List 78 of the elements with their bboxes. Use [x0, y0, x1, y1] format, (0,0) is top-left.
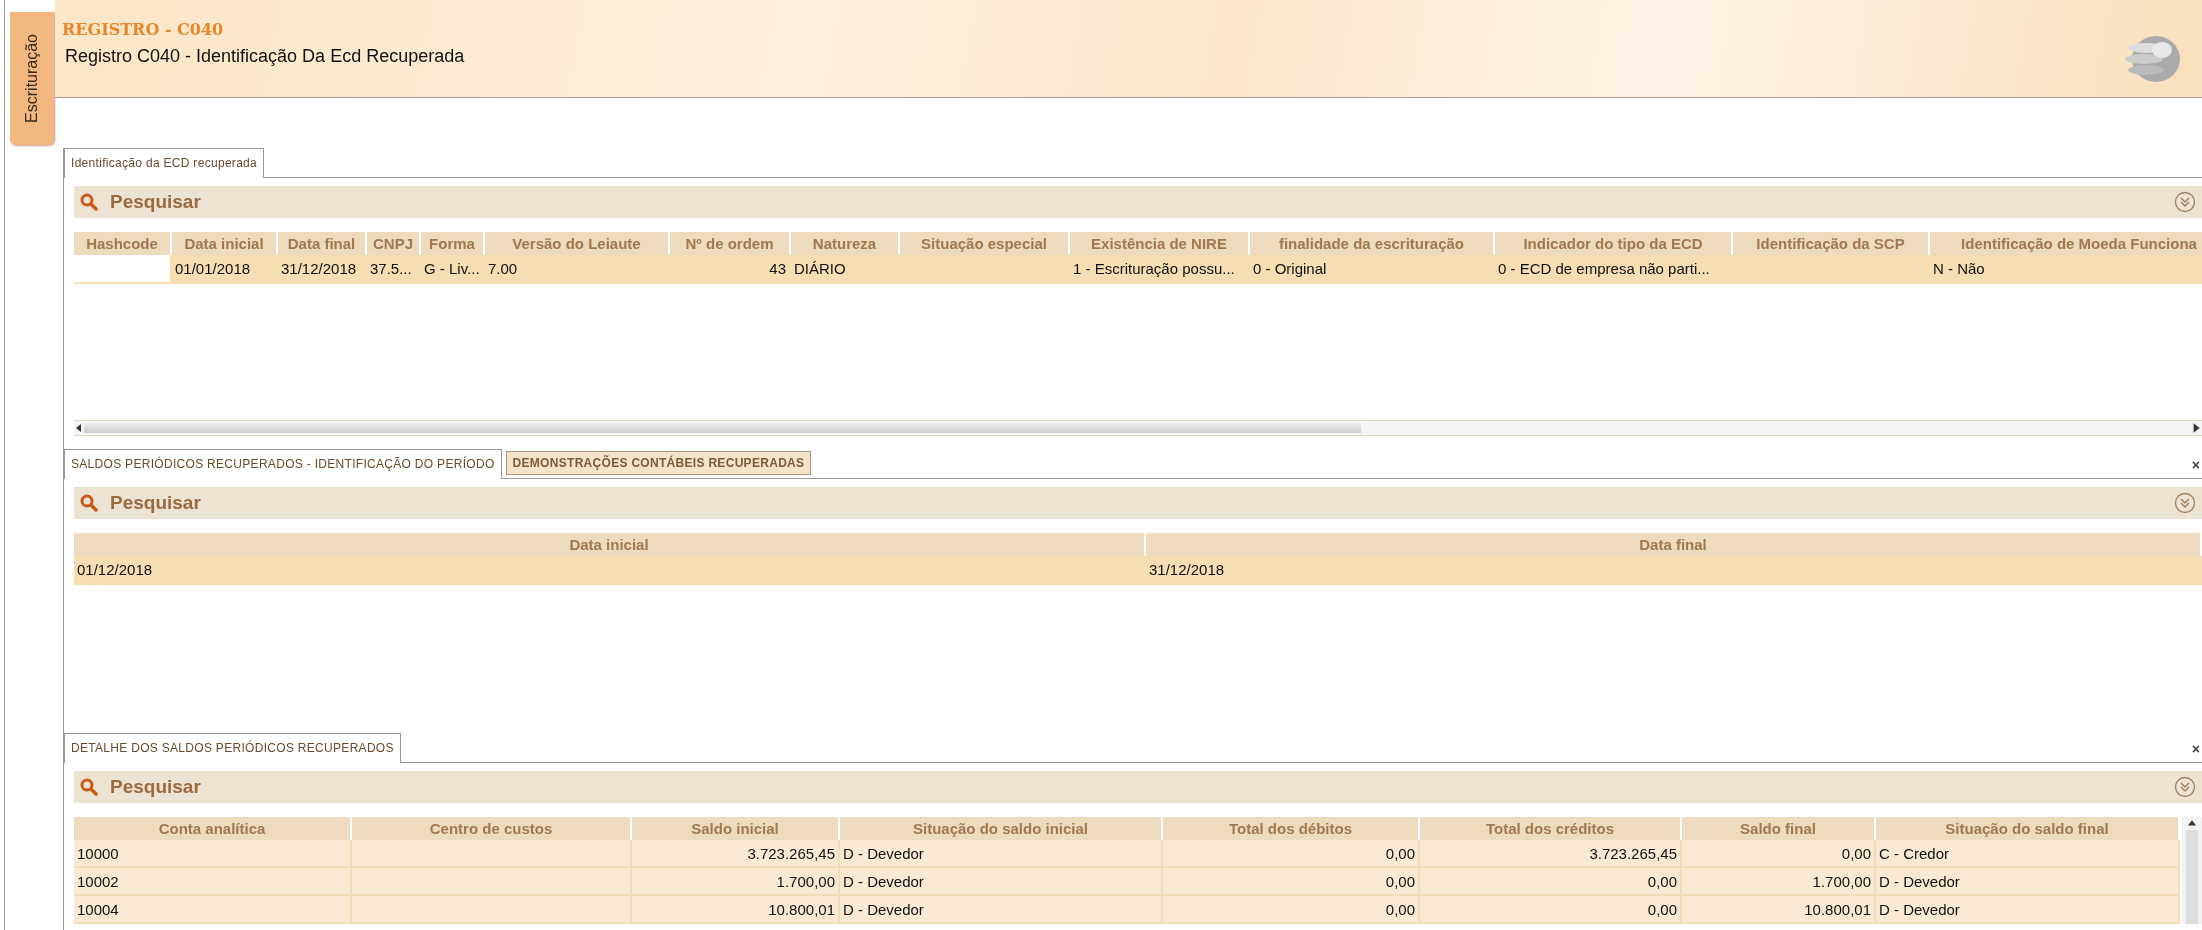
search-bar[interactable]: Pesquisar [74, 186, 2202, 218]
search-bar[interactable]: Pesquisar [74, 771, 2202, 803]
column-header[interactable]: Identificação de Moeda Funciona [1929, 232, 2202, 255]
table-cell: 01/01/2018 [171, 255, 277, 283]
table-cell: D - Devedor [1875, 895, 2179, 923]
collapse-icon[interactable] [2174, 191, 2196, 213]
table-cell: 3.723.265,45 [631, 840, 839, 867]
column-header[interactable]: CNPJ [366, 232, 420, 255]
scroll-left-icon[interactable] [74, 423, 84, 433]
column-header[interactable]: Identificação da SCP [1732, 232, 1929, 255]
close-button[interactable]: × [2191, 741, 2200, 757]
table-cell: 3.723.265,45 [1419, 840, 1681, 867]
table-cell: DIÁRIO [790, 255, 899, 283]
table-cell: 0,00 [1162, 867, 1419, 895]
column-header[interactable]: Indicador do tipo da ECD [1494, 232, 1732, 255]
table-cell: C - Credor [1875, 840, 2179, 867]
close-button[interactable]: × [2191, 457, 2200, 473]
table-cell: 0,00 [1419, 867, 1681, 895]
table-cell: 01/12/2018 [74, 556, 1145, 584]
collapse-icon[interactable] [2174, 776, 2196, 798]
table-cell: 10002 [74, 867, 351, 895]
column-header[interactable]: Situação do saldo inicial [839, 817, 1162, 840]
column-header[interactable]: finalidade da escrituração [1249, 232, 1494, 255]
table-cell: 43 [669, 255, 790, 283]
column-header[interactable]: Total dos créditos [1419, 817, 1681, 840]
table-cell: G - Liv... [420, 255, 484, 283]
table-cell: 37.5... [366, 255, 420, 283]
table-cell: 1 - Escrituração possu... [1069, 255, 1249, 283]
search-bar[interactable]: Pesquisar [74, 487, 2202, 519]
search-icon [80, 193, 98, 211]
table-cell: 31/12/2018 [1145, 556, 2201, 584]
collapse-icon[interactable] [2174, 492, 2196, 514]
table-cell: 10004 [74, 895, 351, 923]
column-header[interactable]: Natureza [790, 232, 899, 255]
table-cell: N - Não [1929, 255, 2202, 283]
column-header[interactable]: Saldo inicial [631, 817, 839, 840]
table-cell: 0,00 [1681, 840, 1875, 867]
table-cell: D - Devedor [839, 895, 1162, 923]
column-header[interactable]: Situação do saldo final [1875, 817, 2179, 840]
table-cell: 1.700,00 [631, 867, 839, 895]
table-cell: D - Devedor [839, 840, 1162, 867]
column-header[interactable]: Centro de custos [351, 817, 631, 840]
table-cell: 7.00 [484, 255, 669, 283]
column-header[interactable]: Situação especial [899, 232, 1069, 255]
tab[interactable]: DEMONSTRAÇÕES CONTÁBEIS RECUPERADAS [505, 451, 812, 475]
table-cell: D - Devedor [1875, 867, 2179, 895]
tab[interactable]: SALDOS PERIÓDICOS RECUPERADOS - IDENTIFICAÇÃO DO PERÍODO [64, 449, 502, 479]
tab[interactable]: Identificação da ECD recuperada [64, 148, 265, 178]
table-cell: 10000 [74, 840, 351, 867]
table-cell: D - Devedor [839, 867, 1162, 895]
table-cell: 0,00 [1419, 895, 1681, 923]
column-header[interactable]: Forma [420, 232, 484, 255]
column-header[interactable]: Nº de ordem [669, 232, 790, 255]
column-header[interactable]: Data inicial [171, 232, 277, 255]
table-cell: 0 - Original [1249, 255, 1494, 283]
table-cell: 31/12/2018 [277, 255, 366, 283]
search-icon [80, 494, 98, 512]
column-header[interactable]: Saldo final [1681, 817, 1875, 840]
table-cell: 0,00 [1162, 895, 1419, 923]
table-cell: 10.800,01 [1681, 895, 1875, 923]
column-header[interactable]: Existência de NIRE [1069, 232, 1249, 255]
column-header[interactable]: Versão do Leiaute [484, 232, 669, 255]
column-header[interactable]: Conta analítica [74, 817, 351, 840]
column-header[interactable]: Data final [1145, 533, 2201, 556]
horizontal-scrollbar[interactable] [74, 420, 2202, 436]
column-header[interactable]: Hashcode [74, 232, 171, 255]
table-cell: 0 - ECD de empresa não parti... [1494, 255, 1732, 283]
page-title: REGISTRO - C040 [62, 20, 224, 39]
side-tab[interactable]: Escrituração [10, 12, 54, 145]
table-cell: 10.800,01 [631, 895, 839, 923]
page-subtitle: Registro C040 - Identificação Da Ecd Recuperada [65, 46, 465, 67]
search-icon [80, 778, 98, 796]
column-header[interactable]: Data inicial [74, 533, 1145, 556]
table-cell: 1.700,00 [1681, 867, 1875, 895]
tab[interactable]: DETALHE DOS SALDOS PERIÓDICOS RECUPERADOS [64, 733, 401, 763]
table-cell: 0,00 [1162, 840, 1419, 867]
column-header[interactable]: Data final [277, 232, 366, 255]
column-header[interactable]: Total dos débitos [1162, 817, 1419, 840]
